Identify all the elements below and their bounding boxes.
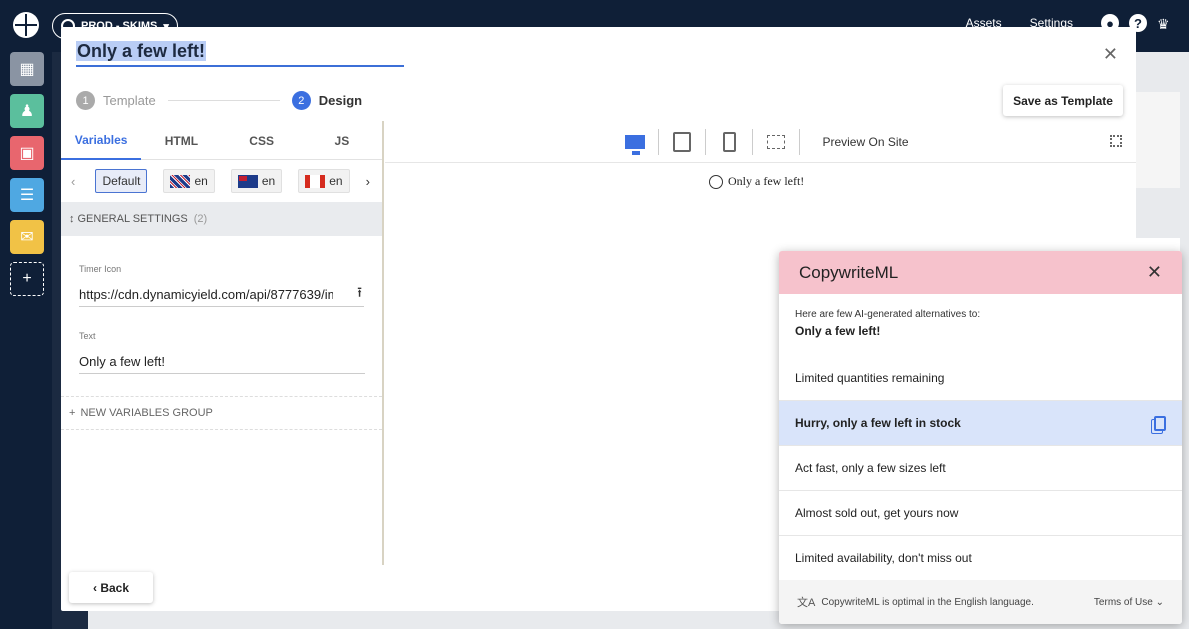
alternative-item[interactable]: Limited availability, don't miss out xyxy=(779,536,1182,581)
copy-icon[interactable] xyxy=(1154,415,1166,431)
dashboard-icon[interactable]: ▦ xyxy=(10,52,44,86)
recommendations-icon[interactable]: ☰ xyxy=(10,178,44,212)
preview-message-text: Only a few left! xyxy=(728,174,805,188)
web-personalization-icon[interactable]: ▣ xyxy=(10,136,44,170)
step-template-label[interactable]: Template xyxy=(103,93,156,108)
fullscreen-icon[interactable] xyxy=(1110,135,1122,147)
locale-selector: ‹ Default en en en › xyxy=(61,160,382,202)
back-button[interactable]: ‹ Back xyxy=(69,572,153,603)
copywriteml-panel: CopywriteML ✕ Here are few AI-generated … xyxy=(779,251,1182,624)
device-toolbar: Preview On Site xyxy=(385,121,1136,163)
tablet-icon xyxy=(673,131,692,152)
upload-icon[interactable]: ⭱ xyxy=(357,282,362,306)
email-icon[interactable]: ✉ xyxy=(10,220,44,254)
divider xyxy=(799,128,801,155)
australia-flag-icon xyxy=(237,174,258,188)
footer-note: CopywriteML is optimal in the English la… xyxy=(821,596,1034,608)
uk-flag-icon xyxy=(170,174,191,188)
new-variables-group-button[interactable]: + NEW VARIABLES GROUP xyxy=(61,396,382,430)
stepper: 1 Template 2 Design xyxy=(76,91,362,110)
mobile-view-button[interactable] xyxy=(706,127,752,157)
timer-icon xyxy=(709,174,723,189)
field-timer-icon: Timer Icon https://cdn.dynamicyield.com/… xyxy=(61,264,382,307)
group-header-general-settings[interactable]: ↕ GENERAL SETTINGS (2) xyxy=(61,202,382,236)
locale-label: en xyxy=(261,174,276,188)
field-label: Timer Icon xyxy=(79,264,122,274)
logo-icon[interactable] xyxy=(13,12,39,38)
close-icon[interactable]: ✕ xyxy=(1103,44,1118,65)
preview-message: Only a few left! xyxy=(709,174,804,189)
tab-variables[interactable]: Variables xyxy=(61,121,142,160)
copywriteml-intro: Here are few AI-generated alternatives t… xyxy=(779,294,1182,356)
step-2-number[interactable]: 2 xyxy=(291,91,311,110)
locale-label: en xyxy=(329,174,343,188)
locale-default[interactable]: Default xyxy=(95,169,148,193)
text-input[interactable]: Only a few left! xyxy=(79,349,365,374)
copywriteml-footer: 文A CopywriteML is optimal in the English… xyxy=(779,580,1182,624)
close-icon[interactable]: ✕ xyxy=(1147,262,1162,283)
mobile-icon xyxy=(722,131,736,152)
locale-label: Default xyxy=(102,174,141,188)
tab-css[interactable]: CSS xyxy=(222,121,302,160)
alternative-item[interactable]: Hurry, only a few left in stock xyxy=(779,401,1182,446)
terms-label: Terms of Use xyxy=(1093,596,1153,608)
audiences-icon[interactable]: ♟ xyxy=(10,94,44,128)
add-app-icon[interactable]: + xyxy=(10,262,44,296)
custom-size-button[interactable] xyxy=(753,127,799,157)
step-design-label[interactable]: Design xyxy=(319,93,362,108)
original-text: Only a few left! xyxy=(795,324,881,338)
copywriteml-title: CopywriteML xyxy=(799,262,899,282)
alternative-text: Almost sold out, get yours now xyxy=(795,506,959,520)
locale-en-au[interactable]: en xyxy=(230,169,283,193)
chevron-left-icon[interactable]: ‹ xyxy=(71,174,79,189)
locale-en-ca[interactable]: en xyxy=(298,169,350,193)
variation-name-input[interactable]: Only a few left! xyxy=(76,41,404,67)
crown-icon[interactable]: ♛ xyxy=(1157,16,1175,32)
collapse-icon: ↕ xyxy=(69,213,75,225)
translate-icon: 文A xyxy=(797,597,816,609)
copywriteml-header: CopywriteML ✕ xyxy=(779,251,1182,294)
text-value: Only a few left! xyxy=(79,353,165,369)
tablet-view-button[interactable] xyxy=(659,127,705,157)
step-1-number[interactable]: 1 xyxy=(76,91,95,110)
desktop-view-button[interactable] xyxy=(612,127,658,157)
group-label: GENERAL SETTINGS xyxy=(77,213,188,225)
variables-panel: Variables HTML CSS JS ‹ Default en en en… xyxy=(61,121,384,565)
desktop-icon xyxy=(625,134,646,155)
canada-flag-icon xyxy=(305,174,326,188)
field-label: Text xyxy=(79,331,96,341)
variation-name-text: Only a few left! xyxy=(76,41,207,61)
chevron-right-icon[interactable]: › xyxy=(366,174,374,189)
group-count: (2) xyxy=(193,213,208,225)
alternative-text: Act fast, only a few sizes left xyxy=(795,461,946,475)
new-group-label: NEW VARIABLES GROUP xyxy=(80,407,213,419)
tab-js[interactable]: JS xyxy=(302,121,382,160)
left-sidebar: ▦ ♟ ▣ ☰ ✉ + xyxy=(0,0,52,629)
timer-icon-url-value: https://cdn.dynamicyield.com/api/8777639… xyxy=(79,286,333,302)
locale-label: en xyxy=(194,174,208,188)
custom-size-icon xyxy=(767,134,786,149)
plus-icon: + xyxy=(69,407,76,419)
step-divider xyxy=(167,100,280,101)
alternative-item[interactable]: Act fast, only a few sizes left xyxy=(779,446,1182,491)
locale-en-gb[interactable]: en xyxy=(163,169,215,193)
field-text: Text Only a few left! xyxy=(61,331,382,374)
preview-on-site-button[interactable]: Preview On Site xyxy=(822,135,908,149)
intro-text: Here are few AI-generated alternatives t… xyxy=(795,309,981,320)
alternative-text: Hurry, only a few left in stock xyxy=(795,416,961,430)
timer-icon-url-input[interactable]: https://cdn.dynamicyield.com/api/8777639… xyxy=(79,282,364,307)
save-as-template-button[interactable]: Save as Template xyxy=(1003,85,1123,116)
tab-html[interactable]: HTML xyxy=(141,121,221,160)
background-card xyxy=(1130,92,1180,188)
alternative-item[interactable]: Almost sold out, get yours now xyxy=(779,491,1182,536)
alternative-text: Limited availability, don't miss out xyxy=(795,551,972,565)
editor-tabs: Variables HTML CSS JS xyxy=(61,121,382,160)
alternative-item[interactable]: Limited quantities remaining xyxy=(779,356,1182,401)
alternative-text: Limited quantities remaining xyxy=(795,371,945,385)
terms-of-use-link[interactable]: Terms of Use ⌄ xyxy=(1094,597,1164,608)
chevron-down-icon: ⌄ xyxy=(1155,596,1164,608)
